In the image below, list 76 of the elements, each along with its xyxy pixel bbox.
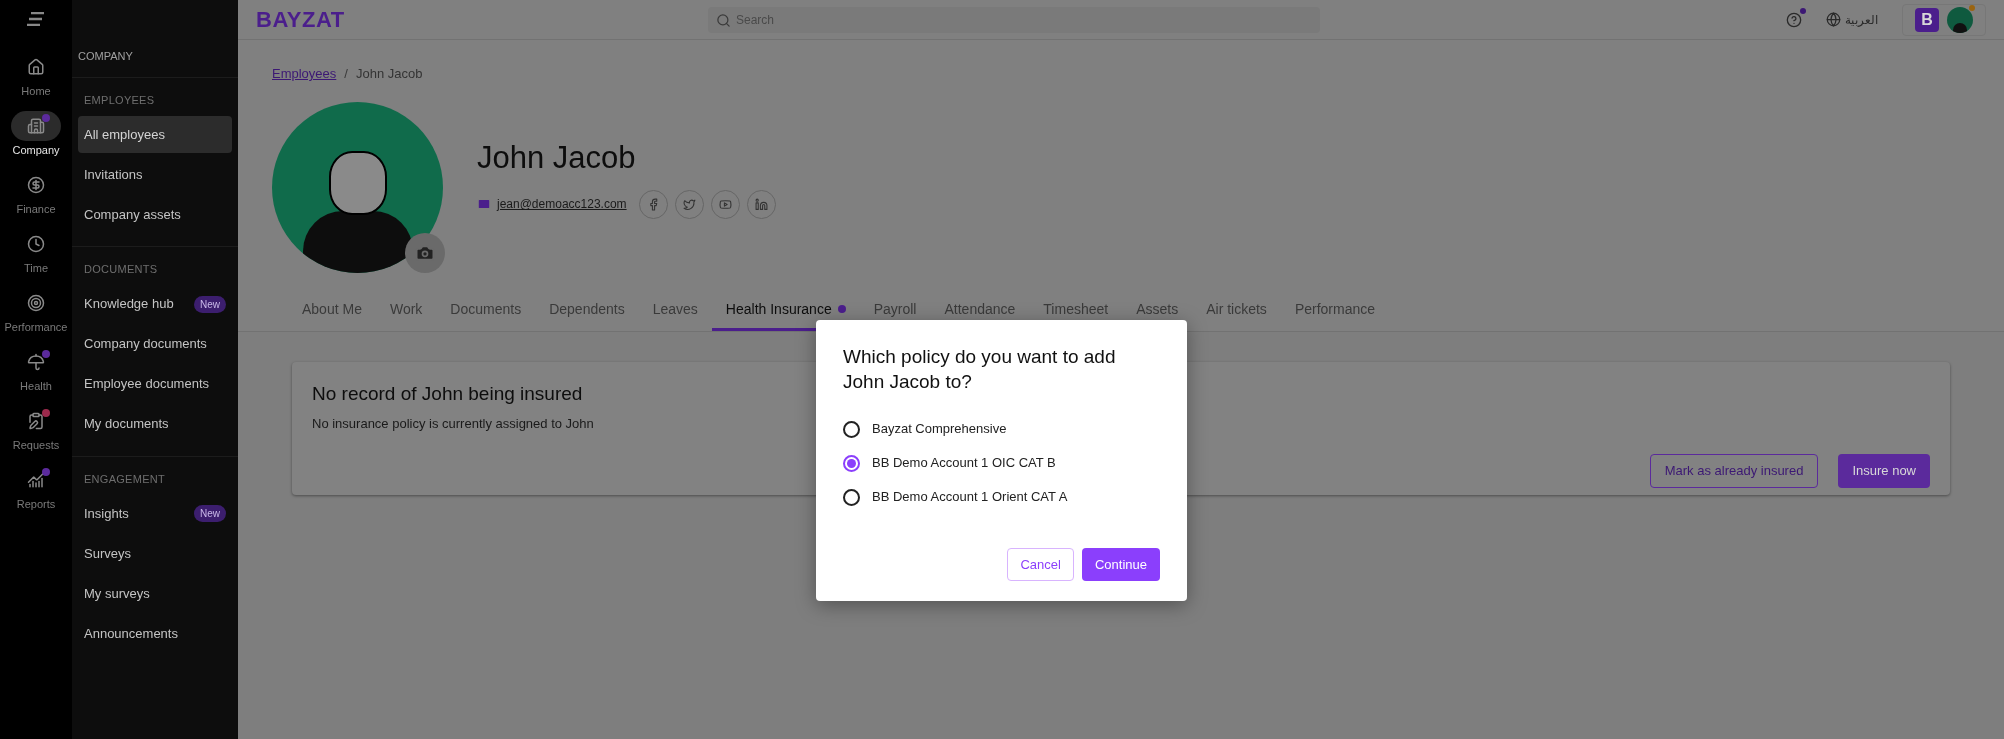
sidebar-item[interactable]: Surveys: [78, 535, 232, 572]
radio-button[interactable]: [843, 420, 860, 438]
rail-item[interactable]: Health: [2, 341, 70, 400]
continue-button[interactable]: Continue: [1081, 548, 1160, 581]
home-icon: [27, 57, 45, 76]
sidebar-item[interactable]: My documents: [78, 405, 232, 443]
globe-icon[interactable]: [1826, 12, 1841, 27]
clipboard-icon: [27, 411, 45, 430]
rail-label: Requests: [12, 437, 60, 453]
account-box[interactable]: B: [1902, 3, 1986, 36]
language-link[interactable]: العربية: [1845, 10, 1878, 29]
rail-label: Health: [20, 378, 52, 394]
sidebar-item[interactable]: Company assets: [78, 196, 232, 233]
sidebar-item[interactable]: My surveys: [78, 575, 232, 612]
policy-option[interactable]: Bayzat Comprehensive: [843, 418, 1160, 440]
new-badge: New: [194, 295, 226, 313]
dollar-icon: [27, 175, 45, 194]
profile-tab[interactable]: Air tickets: [1192, 290, 1281, 331]
rail-item[interactable]: Company: [2, 105, 70, 164]
rail-item[interactable]: Performance: [2, 282, 70, 341]
rail-item[interactable]: Reports: [2, 459, 70, 518]
section-heading: ENGAGEMENT: [83, 471, 166, 487]
rail-label: Company: [12, 142, 60, 158]
linkedin-icon: [754, 197, 768, 211]
umbrella-icon: [27, 352, 45, 371]
sidebar-item[interactable]: Invitations: [78, 156, 232, 193]
avatar: [1947, 6, 1973, 33]
building-icon: [27, 116, 45, 135]
email-link[interactable]: jean@demoacc123.com: [497, 195, 627, 214]
sidebar-item[interactable]: All employees: [78, 116, 232, 153]
rail-item[interactable]: Time: [2, 223, 70, 282]
card-text: No insurance policy is currently assigned to John: [312, 415, 594, 433]
radio-button[interactable]: [843, 488, 860, 506]
rail-item[interactable]: Finance: [2, 164, 70, 223]
sidebar-item[interactable]: Company documents: [78, 325, 232, 363]
radio-button[interactable]: [843, 454, 860, 472]
insure-now-button[interactable]: Insure now: [1838, 453, 1930, 488]
profile-tab[interactable]: Performance: [1280, 290, 1390, 331]
breadcrumb-separator: /: [344, 65, 348, 83]
profile-tab[interactable]: Documents: [436, 290, 536, 331]
profile-name: John Jacob: [477, 139, 637, 178]
profile-tab[interactable]: Dependents: [535, 290, 639, 331]
policy-option[interactable]: BB Demo Account 1 Orient CAT A: [843, 486, 1160, 508]
breadcrumb-link[interactable]: Employees: [272, 64, 337, 84]
cancel-button[interactable]: Cancel: [1007, 548, 1074, 581]
menu-icon[interactable]: [27, 12, 45, 26]
profile-tab[interactable]: Leaves: [638, 290, 712, 331]
twitter-icon: [682, 197, 696, 211]
sidebar-item[interactable]: Employee documents: [78, 365, 232, 403]
sidebar-item[interactable]: Announcements: [78, 615, 232, 652]
breadcrumb-current: John Jacob: [355, 65, 423, 83]
rail-item[interactable]: Home: [2, 46, 70, 105]
profile-tab[interactable]: About Me: [288, 290, 376, 331]
rail-label: Home: [21, 83, 51, 99]
section-heading: DOCUMENTS: [83, 262, 159, 277]
rail-item[interactable]: Requests: [2, 400, 70, 459]
rail-label: Finance: [16, 201, 56, 217]
video-icon: [718, 197, 732, 211]
sidebar-item[interactable]: Insights New: [78, 495, 232, 532]
clock-icon: [27, 234, 45, 253]
rail-label: Performance: [4, 319, 68, 335]
help-icon[interactable]: [1786, 11, 1802, 28]
rail-label: Reports: [16, 496, 56, 512]
profile-tab[interactable]: Work: [375, 290, 437, 331]
target-icon: [27, 293, 45, 312]
sidebar-item[interactable]: Knowledge hub New: [78, 285, 232, 323]
camera-button[interactable]: [405, 232, 445, 273]
logo: BAYZAT: [256, 6, 346, 34]
policy-option[interactable]: BB Demo Account 1 OIC CAT B: [843, 452, 1160, 474]
rail-label: Time: [23, 260, 48, 276]
new-badge: New: [194, 505, 226, 522]
section-heading: EMPLOYEES: [83, 92, 156, 108]
mark-insured-button[interactable]: Mark as already insured: [1649, 453, 1819, 488]
dialog-title: Which policy do you want to add John Jacob to?: [843, 345, 1117, 394]
company-logo: B: [1915, 7, 1939, 32]
card-title: No record of John being insured: [312, 381, 583, 406]
